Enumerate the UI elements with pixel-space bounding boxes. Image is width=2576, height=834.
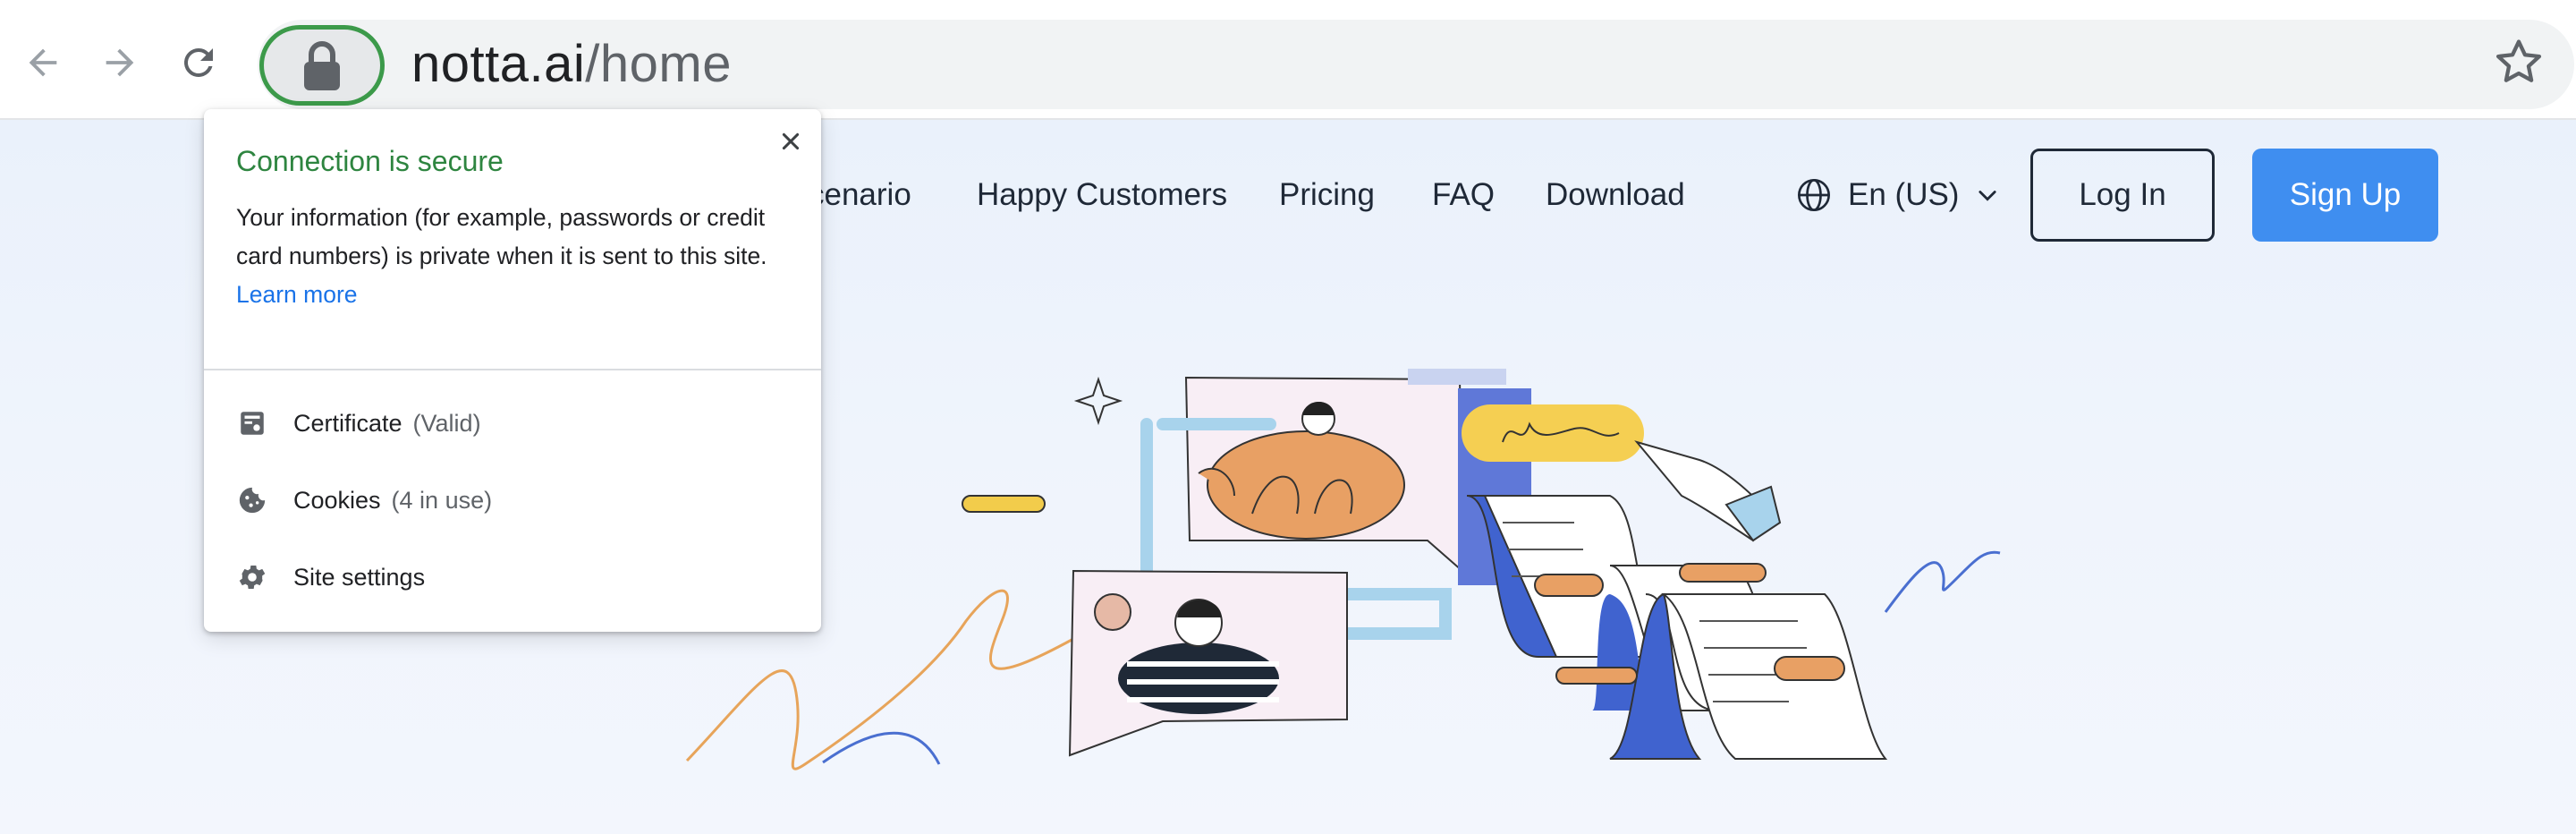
url-text[interactable]: notta.ai/home (411, 32, 732, 97)
cookies-label: Cookies (293, 486, 381, 514)
site-info-button[interactable] (259, 25, 385, 106)
cookies-row[interactable]: Cookies (4 in use) (204, 469, 821, 532)
language-selector[interactable]: En (US) (1796, 172, 2000, 218)
popup-title: Connection is secure (236, 145, 504, 177)
reload-button[interactable] (175, 39, 222, 86)
blue-squiggle (822, 731, 941, 765)
url-domain: notta.ai (411, 35, 586, 93)
cookie-icon (236, 484, 268, 516)
reload-icon (183, 47, 213, 77)
sparkle (1073, 376, 1123, 426)
certificate-icon (236, 407, 268, 439)
learn-more-link[interactable]: Learn more (236, 281, 358, 308)
star-icon (2496, 39, 2542, 82)
arrow-left-icon (29, 48, 57, 77)
back-button[interactable] (20, 39, 66, 86)
cookies-count: (4 in use) (391, 486, 493, 514)
signature-bubble (1462, 404, 1644, 462)
bookmark-button[interactable] (2490, 34, 2547, 91)
connection-security-popup: Connection is secure Your information (f… (204, 109, 821, 632)
gear-icon (236, 561, 268, 593)
divider (204, 369, 821, 370)
lock-icon (304, 41, 340, 90)
nav-faq[interactable]: FAQ (1432, 177, 1495, 213)
arrow-right-icon (106, 48, 134, 77)
yellow-pill (962, 495, 1046, 513)
certificate-row[interactable]: Certificate (Valid) (204, 392, 821, 455)
nav-happy-customers[interactable]: Happy Customers (977, 177, 1227, 213)
nav-scenario[interactable]: cenario (809, 177, 911, 213)
signup-button[interactable]: Sign Up (2252, 149, 2438, 242)
browser-toolbar: notta.ai/home (0, 0, 2576, 120)
blue-squiggle-right (1884, 550, 2001, 613)
popup-body-text: Your information (for example, passwords… (236, 204, 767, 269)
site-settings-row[interactable]: Site settings (204, 546, 821, 608)
popup-description: Your information (for example, passwords… (236, 199, 800, 314)
url-path: /home (585, 35, 732, 93)
nav-pricing[interactable]: Pricing (1279, 177, 1375, 213)
globe-icon (1798, 179, 1830, 211)
chevron-down-icon (1979, 191, 1997, 201)
nav-download[interactable]: Download (1546, 177, 1685, 213)
close-icon (782, 132, 800, 150)
certificate-label: Certificate (293, 409, 402, 437)
forward-button[interactable] (97, 39, 143, 86)
language-label: En (US) (1848, 177, 1960, 212)
close-button[interactable] (773, 123, 809, 159)
site-settings-label: Site settings (293, 563, 426, 591)
certificate-status: (Valid) (412, 409, 481, 437)
login-button[interactable]: Log In (2030, 149, 2215, 242)
